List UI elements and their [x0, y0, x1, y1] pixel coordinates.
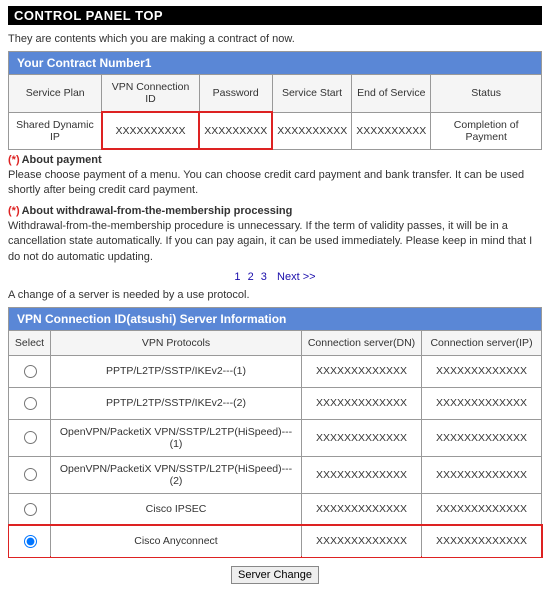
about-withdraw-label: About withdrawal-from-the-membership pro…: [22, 205, 293, 217]
cell-proto: OpenVPN/PacketiX VPN/SSTP/L2TP(HiSpeed)-…: [51, 419, 302, 456]
col-select: Select: [9, 330, 51, 355]
contract-table: Service Plan VPN Connection ID Password …: [8, 74, 542, 150]
server-change-button[interactable]: Server Change: [231, 566, 319, 584]
server-select-radio[interactable]: [24, 468, 37, 481]
col-proto: VPN Protocols: [51, 330, 302, 355]
col-end: End of Service: [352, 75, 431, 113]
cell-password: XXXXXXXXX: [199, 112, 272, 149]
col-password: Password: [199, 75, 272, 113]
cell-proto: Cisco Anyconnect: [51, 525, 302, 557]
cell-dn: XXXXXXXXXXXXX: [302, 355, 422, 387]
col-vpnid: VPN Connection ID: [102, 75, 199, 113]
server-row: PPTP/L2TP/SSTP/IKEv2---(1)XXXXXXXXXXXXXX…: [9, 355, 542, 387]
about-payment-body: Please choose payment of a menu. You can…: [8, 168, 542, 199]
cell-status: Completion of Payment: [431, 112, 542, 149]
cell-ip: XXXXXXXXXXXXX: [422, 419, 542, 456]
server-section-header: VPN Connection ID(atsushi) Server Inform…: [8, 307, 542, 330]
server-change-note: A change of a server is needed by a use …: [8, 289, 542, 301]
cell-proto: PPTP/L2TP/SSTP/IKEv2---(1): [51, 355, 302, 387]
cell-plan: Shared Dynamic IP: [9, 112, 102, 149]
cell-ip: XXXXXXXXXXXXX: [422, 456, 542, 493]
page-1-link[interactable]: 1: [234, 271, 240, 283]
cell-proto: PPTP/L2TP/SSTP/IKEv2---(2): [51, 387, 302, 419]
cell-vpnid: XXXXXXXXXX: [102, 112, 199, 149]
page-2-link[interactable]: 2: [248, 271, 254, 283]
col-ip: Connection server(IP): [422, 330, 542, 355]
server-select-radio[interactable]: [24, 431, 37, 444]
col-plan: Service Plan: [9, 75, 102, 113]
cell-start: XXXXXXXXXX: [272, 112, 352, 149]
cell-dn: XXXXXXXXXXXXX: [302, 387, 422, 419]
col-status: Status: [431, 75, 542, 113]
pager: 1 2 3 Next >>: [8, 271, 542, 283]
server-row: Cisco IPSECXXXXXXXXXXXXXXXXXXXXXXXXXX: [9, 493, 542, 525]
server-table: Select VPN Protocols Connection server(D…: [8, 330, 542, 558]
server-row: Cisco AnyconnectXXXXXXXXXXXXXXXXXXXXXXXX…: [9, 525, 542, 557]
col-dn: Connection server(DN): [302, 330, 422, 355]
cell-dn: XXXXXXXXXXXXX: [302, 456, 422, 493]
cell-dn: XXXXXXXXXXXXX: [302, 493, 422, 525]
contract-section-header: Your Contract Number1: [8, 51, 542, 74]
cell-ip: XXXXXXXXXXXXX: [422, 355, 542, 387]
page-title: CONTROL PANEL TOP: [8, 6, 542, 25]
server-select-radio[interactable]: [24, 535, 37, 548]
server-select-radio[interactable]: [24, 397, 37, 410]
cell-dn: XXXXXXXXXXXXX: [302, 419, 422, 456]
server-row: PPTP/L2TP/SSTP/IKEv2---(2)XXXXXXXXXXXXXX…: [9, 387, 542, 419]
server-row: OpenVPN/PacketiX VPN/SSTP/L2TP(HiSpeed)-…: [9, 419, 542, 456]
cell-ip: XXXXXXXXXXXXX: [422, 525, 542, 557]
about-payment-label: About payment: [22, 154, 102, 166]
server-row: OpenVPN/PacketiX VPN/SSTP/L2TP(HiSpeed)-…: [9, 456, 542, 493]
about-payment-head: (*)About payment: [8, 154, 542, 166]
server-select-radio[interactable]: [24, 365, 37, 378]
about-withdraw-head: (*)About withdrawal-from-the-membership …: [8, 205, 542, 217]
intro-text: They are contents which you are making a…: [8, 25, 542, 51]
cell-ip: XXXXXXXXXXXXX: [422, 387, 542, 419]
cell-ip: XXXXXXXXXXXXX: [422, 493, 542, 525]
about-withdraw-body: Withdrawal-from-the-membership procedure…: [8, 219, 542, 265]
cell-end: XXXXXXXXXX: [352, 112, 431, 149]
contract-row: Shared Dynamic IP XXXXXXXXXX XXXXXXXXX X…: [9, 112, 542, 149]
page-next-link[interactable]: Next >>: [277, 271, 316, 283]
col-start: Service Start: [272, 75, 352, 113]
page-3-link[interactable]: 3: [261, 271, 267, 283]
cell-proto: Cisco IPSEC: [51, 493, 302, 525]
cell-proto: OpenVPN/PacketiX VPN/SSTP/L2TP(HiSpeed)-…: [51, 456, 302, 493]
cell-dn: XXXXXXXXXXXXX: [302, 525, 422, 557]
server-select-radio[interactable]: [24, 503, 37, 516]
